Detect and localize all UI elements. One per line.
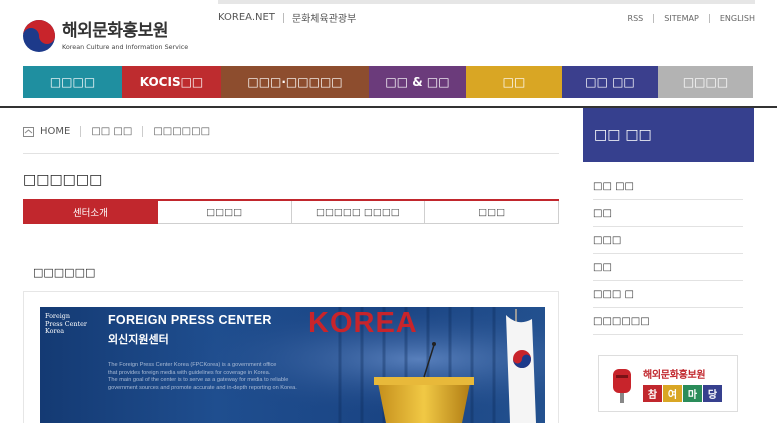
- logo-subtitle: Korean Culture and Information Service: [62, 42, 189, 51]
- fpc-banner: Foreign Press Center Korea FOREIGN PRESS…: [40, 307, 545, 423]
- divider: [282, 12, 284, 23]
- gnb-item-kocis[interactable]: KOCIS□□: [122, 66, 221, 98]
- participation-banner-title: 해외문화홍보원: [643, 369, 706, 381]
- participation-banner-chars: 참 여 마 당: [643, 384, 723, 402]
- sidebar-item-1[interactable]: □□ □□: [593, 173, 743, 200]
- divider: [708, 14, 710, 23]
- tabs-accent-line: [23, 199, 559, 201]
- content-tabs: 센터소개 □□□□ □□□□□ □□□□ □□□: [23, 200, 559, 224]
- banner-korean-title: 외신지원센터: [108, 333, 169, 346]
- banner-char: 참: [643, 384, 662, 402]
- ministry-link[interactable]: 문화체육관광부: [292, 10, 356, 25]
- logo-text: 해외문화홍보원 Korean Culture and Information S…: [62, 22, 188, 51]
- sidebar-item-3[interactable]: □□□: [593, 227, 743, 254]
- sidebar-item-4[interactable]: □□: [593, 254, 743, 281]
- gnb-item-6[interactable]: □□ □□: [562, 66, 658, 98]
- breadcrumb-item[interactable]: □□ □□: [91, 126, 132, 137]
- korea-net-link[interactable]: KOREA.NET: [218, 12, 275, 23]
- banner-fpc-logo: Foreign Press Center Korea: [45, 312, 105, 336]
- breadcrumb: HOME □□ □□ □□□□□□: [23, 126, 210, 137]
- participation-banner[interactable]: 해외문화홍보원 참 여 마 당: [598, 355, 738, 412]
- top-bar: [218, 0, 755, 4]
- tab-center-intro[interactable]: 센터소개: [23, 200, 158, 224]
- tab-4[interactable]: □□□: [425, 200, 559, 224]
- banner-char: 마: [683, 384, 702, 402]
- banner-korea-text: KOREA: [308, 307, 418, 339]
- sidebar-item-2[interactable]: □□: [593, 200, 743, 227]
- banner-description: The Foreign Press Center Korea (FPCKorea…: [108, 362, 368, 392]
- gnb-item-7[interactable]: □□□□: [658, 66, 753, 98]
- divider: [80, 126, 82, 137]
- banner-char: 여: [663, 384, 682, 402]
- divider: [142, 126, 144, 137]
- banner-desc-line: government sources and promote accurate …: [108, 384, 297, 391]
- portal-links: KOREA.NET 문화체육관광부: [218, 10, 356, 25]
- tab-2[interactable]: □□□□: [157, 200, 292, 224]
- banner-desc-line: The main goal of the center is to serve …: [108, 377, 289, 384]
- page-title: □□□□□□: [23, 172, 103, 188]
- logo-title: 해외문화홍보원: [62, 20, 168, 41]
- tab-3[interactable]: □□□□□ □□□□: [291, 200, 426, 224]
- sidebar-title: □□ □□: [583, 108, 754, 162]
- sidebar-item-6[interactable]: □□□□□□: [593, 308, 743, 335]
- section-subtitle: □□□□□□: [33, 266, 96, 279]
- participation-banner-text: 해외문화홍보원 참 여 마 당: [643, 366, 723, 402]
- utility-links: RSS SITEMAP ENGLISH: [628, 14, 755, 23]
- english-link[interactable]: ENGLISH: [720, 14, 755, 23]
- gnb-item-3[interactable]: □□□·□□□□□: [221, 66, 369, 98]
- banner-char: 당: [703, 384, 722, 402]
- gnb-item-1[interactable]: □□□□: [23, 66, 122, 98]
- banner-desc-line: that provides foreign media with guideli…: [108, 369, 271, 376]
- banner-title: FOREIGN PRESS CENTER: [108, 313, 272, 327]
- breadcrumb-divider: [23, 153, 559, 154]
- rss-link[interactable]: RSS: [628, 14, 644, 23]
- sidebar-menu: □□ □□ □□ □□□ □□ □□□ □ □□□□□□: [593, 173, 743, 335]
- breadcrumb-current: □□□□□□: [153, 126, 211, 137]
- mailbox-icon: [613, 368, 631, 403]
- sidebar-item-5[interactable]: □□□ □: [593, 281, 743, 308]
- divider: [653, 14, 655, 23]
- sitemap-link[interactable]: SITEMAP: [664, 14, 699, 23]
- main-navigation: □□□□ KOCIS□□ □□□·□□□□□ □□ & □□ □□ □□ □□ …: [23, 66, 753, 98]
- site-logo[interactable]: 해외문화홍보원 Korean Culture and Information S…: [22, 18, 197, 54]
- home-icon: [23, 126, 34, 137]
- taegeuk-logo-icon: [23, 20, 55, 52]
- breadcrumb-home[interactable]: HOME: [40, 126, 70, 137]
- banner-logo-line: Korea: [45, 327, 65, 335]
- gnb-item-4[interactable]: □□ & □□: [369, 66, 466, 98]
- banner-desc-line: The Foreign Press Center Korea (FPCKorea…: [108, 362, 277, 368]
- gnb-item-5[interactable]: □□: [466, 66, 562, 98]
